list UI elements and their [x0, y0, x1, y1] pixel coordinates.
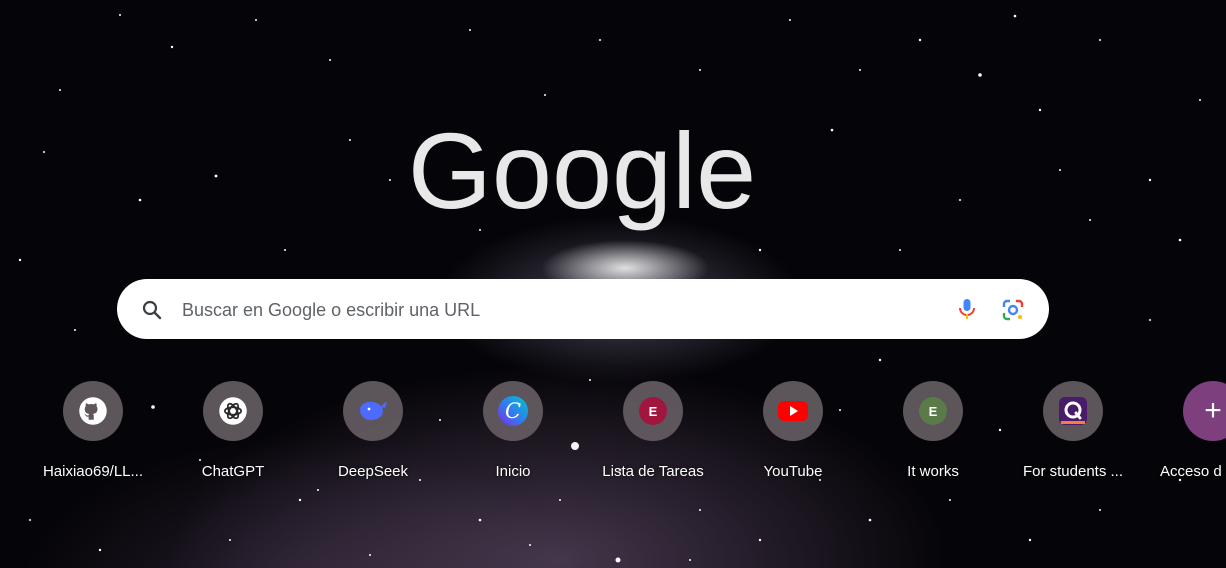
shortcut-label: It works [907, 463, 959, 480]
shortcut-label: DeepSeek [337, 463, 409, 480]
letter-e-icon: E [639, 397, 667, 425]
new-tab-page: Google Buscar en Google o escribir una U… [0, 0, 1226, 568]
shortcut-tile[interactable]: C [483, 381, 543, 441]
youtube-icon [778, 401, 808, 421]
shortcut-canva[interactable]: C Inicio [457, 380, 569, 492]
shortcut-label: Lista de Tareas [602, 463, 704, 480]
google-lens-icon[interactable] [1000, 297, 1026, 323]
shortcut-tile[interactable] [1043, 381, 1103, 441]
shortcut-youtube[interactable]: YouTube [737, 380, 849, 492]
shortcut-tile[interactable] [763, 381, 823, 441]
letter-e-icon: E [919, 397, 947, 425]
shortcut-label: For students ... [1022, 463, 1124, 480]
google-logo-text: Google [410, 110, 755, 231]
canva-icon: C [498, 396, 528, 426]
quizlet-icon [1059, 397, 1087, 425]
shortcut-for-students[interactable]: For students ... [1017, 380, 1129, 492]
shortcut-label: ChatGPT [201, 463, 265, 480]
microphone-icon[interactable] [955, 297, 979, 321]
search-input-placeholder[interactable]: Buscar en Google o escribir una URL [182, 299, 480, 321]
shortcut-tile[interactable] [203, 381, 263, 441]
add-shortcut-label: Acceso d [1160, 463, 1222, 480]
shortcut-label: Haixiao69/LL... [42, 463, 144, 480]
shortcut-label: YouTube [763, 463, 823, 480]
search-icon [142, 300, 162, 320]
shortcut-deepseek[interactable]: DeepSeek [317, 380, 429, 492]
svg-text:C: C [505, 399, 521, 423]
github-icon [79, 397, 107, 425]
deepseek-whale-icon [360, 401, 387, 420]
shortcut-github[interactable]: Haixiao69/LL... [37, 380, 149, 492]
shortcut-it-works[interactable]: E It works [877, 380, 989, 492]
plus-icon: + [1204, 394, 1222, 427]
chatgpt-icon [219, 397, 247, 425]
shortcut-tile[interactable] [63, 381, 123, 441]
shortcut-lista-de-tareas[interactable]: E Lista de Tareas [597, 380, 709, 492]
shortcut-tile[interactable]: E [903, 381, 963, 441]
shortcut-label: Inicio [495, 463, 531, 480]
shortcut-tile[interactable] [343, 381, 403, 441]
google-logo: Google [410, 110, 755, 231]
shortcut-chatgpt[interactable]: ChatGPT [177, 380, 289, 492]
shortcut-tile[interactable]: E [623, 381, 683, 441]
